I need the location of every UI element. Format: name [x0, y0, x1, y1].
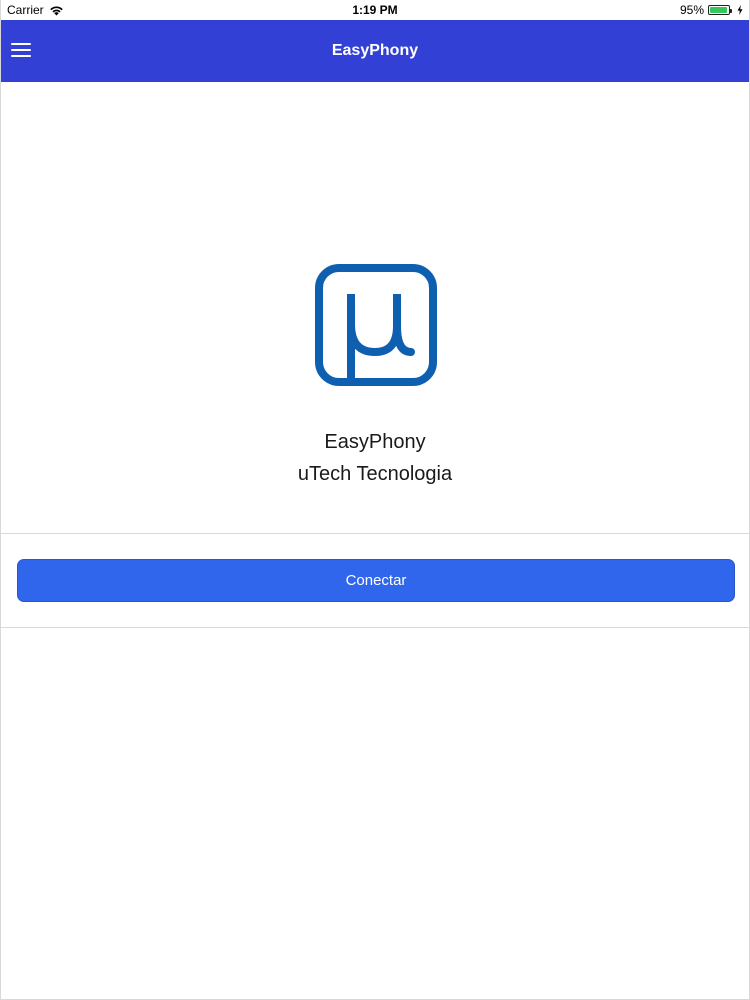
- company-name: uTech Tecnologia: [297, 463, 453, 485]
- charging-icon: [737, 5, 743, 15]
- status-right: 95%: [680, 3, 743, 17]
- status-bar: Carrier 1:19 PM 95%: [1, 0, 749, 20]
- header-section: EasyPhony uTech Tecnologia: [1, 82, 749, 534]
- app-name: EasyPhony: [324, 431, 426, 453]
- utech-mu-logo-icon: [315, 264, 437, 386]
- app-screen: Carrier 1:19 PM 95% EasyPhony EasyPhony …: [0, 0, 750, 1000]
- navigation-bar: EasyPhony: [1, 20, 749, 82]
- status-time: 1:19 PM: [352, 3, 398, 17]
- battery-fill: [710, 7, 728, 13]
- button-section: Conectar: [1, 534, 749, 628]
- nav-title: EasyPhony: [331, 42, 419, 59]
- battery-percent: 95%: [679, 3, 704, 17]
- connect-button[interactable]: Conectar: [17, 559, 735, 602]
- battery-icon: [708, 5, 732, 15]
